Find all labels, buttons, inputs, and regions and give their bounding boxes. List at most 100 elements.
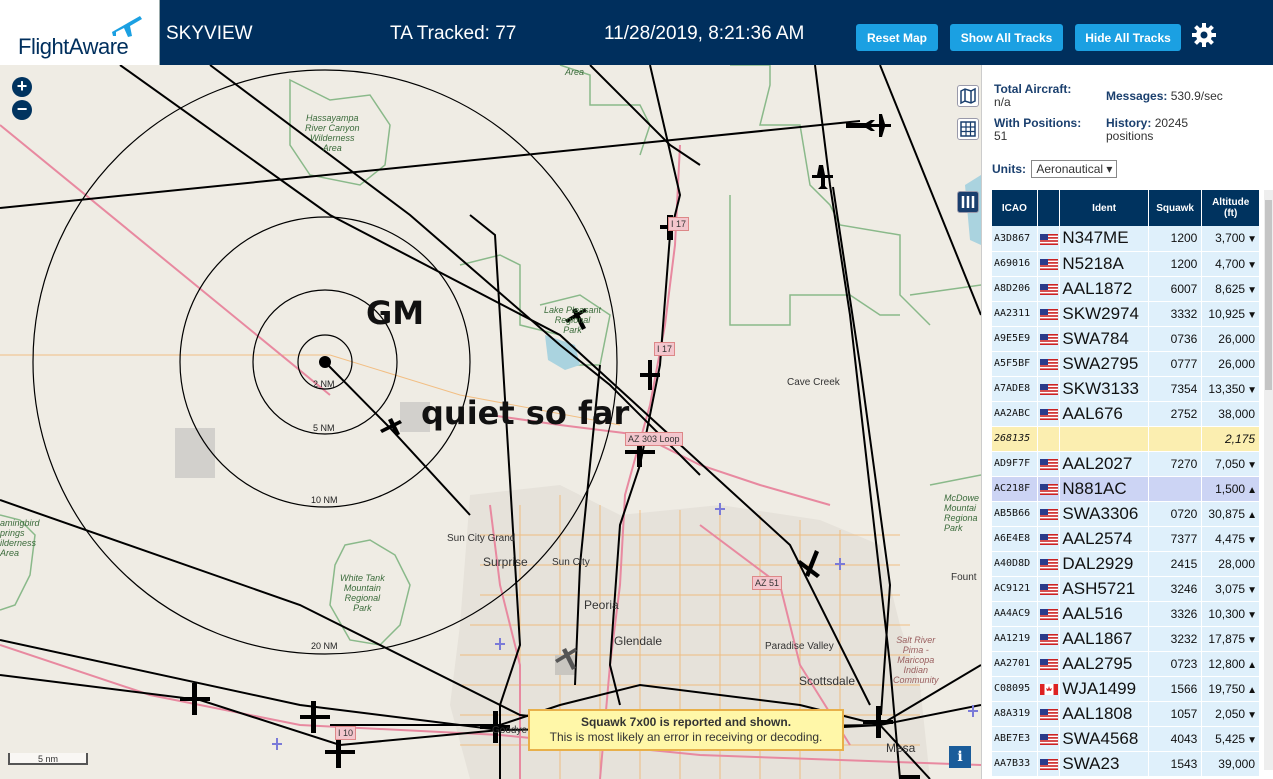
messages-stat: Messages: 530.9/sec [1106,90,1223,103]
units-select[interactable]: Aeronautical ▾ [1031,160,1118,178]
table-row[interactable]: AD9F7F AAL2027 7270 7,050 ▼ [992,451,1260,477]
cell-ident: SWA2795 [1059,351,1149,377]
cell-icao: A40D8D [992,551,1038,577]
map-view[interactable]: + − Area Hassayampa River Canyon Wildern… [0,65,981,779]
cell-altitude: 10,925 ▼ [1201,301,1260,327]
cell-ident: AAL516 [1059,601,1149,627]
altitude-value: 28,000 [1218,556,1255,571]
table-row[interactable]: A9E5E9 SWA784 0736 26,000 [992,326,1260,352]
canada-flag-icon [1039,683,1058,695]
units-label: Units: [992,162,1026,176]
table-scrollbar[interactable] [1264,190,1273,770]
city-glendale: Glendale [614,634,663,648]
show-all-tracks-button[interactable]: Show All Tracks [950,24,1063,51]
table-row[interactable]: AA1219 AAL1867 3232 17,875 ▼ [992,626,1260,652]
highway-loop-303: AZ 303 Loop [625,432,683,446]
table-header-row: ICAO Ident Squawk Altitude (ft) [992,190,1260,226]
table-row[interactable]: ABE7E3 SWA4568 4043 5,425 ▼ [992,726,1260,752]
zoom-out-button[interactable]: − [12,100,32,120]
grid-icon[interactable] [957,118,979,140]
us-flag-icon [1039,758,1058,770]
altitude-value: 38,000 [1218,406,1255,421]
altitude-value: 12,800 [1208,656,1246,671]
table-row[interactable]: AA4AC9 AAL516 3326 10,300 ▼ [992,601,1260,627]
total-aircraft-label: Total Aircraft: [994,82,1072,96]
cell-altitude: 4,700 ▼ [1201,251,1260,277]
scroll-thumb[interactable] [1265,200,1272,390]
reset-map-button[interactable]: Reset Map [856,24,938,51]
table-row[interactable]: A69016 N5218A 1200 4,700 ▼ [992,251,1260,277]
table-row[interactable]: 268135 2,175 [992,426,1260,452]
history-value: 20245 [1154,116,1189,130]
cell-squawk: 2752 [1148,401,1203,427]
cell-ident: SWA23 [1059,751,1149,777]
city-cave-creek: Cave Creek [787,377,840,388]
cell-squawk: 7354 [1148,376,1203,402]
table-row[interactable]: A5F5BF SWA2795 0777 26,000 [992,351,1260,377]
cell-squawk [1148,426,1203,452]
col-icao[interactable]: ICAO [992,190,1038,226]
cell-flag [1037,276,1061,302]
city-scottsdale: Scottsdale [799,674,856,688]
total-aircraft-value: n/a [994,95,1011,109]
us-flag-icon [1039,533,1058,545]
skyview-app: FlightAware SKYVIEW TA Tracked: 77 11/28… [0,0,1273,779]
cell-flag [1037,651,1061,677]
map-layers-icon[interactable] [957,85,979,107]
altitude-value: 1,500 [1215,481,1246,496]
table-row[interactable]: A40D8D DAL2929 2415 28,000 [992,551,1260,577]
cell-squawk: 0736 [1148,326,1203,352]
table-row[interactable]: AA2311 SKW2974 3332 10,925 ▼ [992,301,1260,327]
cell-flag [1037,676,1061,702]
zoom-in-button[interactable]: + [12,77,32,97]
cell-ident: AAL2574 [1059,526,1149,552]
table-row[interactable]: A8D206 AAL1872 6007 8,625 ▼ [992,276,1260,302]
table-row[interactable]: AC218F N881AC 1,500 ▲ [992,476,1260,502]
gear-icon[interactable] [1191,22,1217,48]
us-flag-icon [1039,708,1058,720]
table-row[interactable]: A3D867 N347ME 1200 3,700 ▼ [992,226,1260,252]
table-row[interactable]: A7ADE8 SKW3133 7354 13,350 ▼ [992,376,1260,402]
table-row[interactable]: AB5B66 SWA3306 0720 30,875 ▲ [992,501,1260,527]
hide-all-tracks-button[interactable]: Hide All Tracks [1075,24,1181,51]
table-row[interactable]: AA7B33 SWA23 1543 39,000 [992,751,1260,777]
altitude-trend-icon: ▼ [1247,284,1257,296]
cell-altitude: 39,000 [1201,751,1260,777]
cell-altitude: 8,625 ▼ [1201,276,1260,302]
us-flag-icon [1039,483,1058,495]
cell-icao: AA4AC9 [992,601,1038,627]
info-icon[interactable]: i [949,746,971,768]
cell-altitude: 10,300 ▼ [1201,601,1260,627]
table-row[interactable]: C08095 WJA1499 1566 19,750 ▲ [992,676,1260,702]
cell-altitude: 2,050 ▼ [1201,701,1260,727]
cell-icao: C08095 [992,676,1038,702]
cell-altitude: 30,875 ▲ [1201,501,1260,527]
cell-flag [1037,476,1061,502]
col-flag[interactable] [1037,190,1061,226]
table-row[interactable]: AA2ABC AAL676 2752 38,000 [992,401,1260,427]
highway-i17-north: I 17 [668,217,690,231]
table-row[interactable]: AC9121 ASH5721 3246 3,075 ▼ [992,576,1260,602]
cell-ident: AAL2795 [1059,651,1149,677]
cell-icao: A8A319 [992,701,1038,727]
squawk-alert-title: Squawk 7x00 is reported and shown. [580,715,792,729]
cell-squawk: 1200 [1148,251,1203,277]
col-ident[interactable]: Ident [1059,190,1149,226]
cell-icao: AA2701 [992,651,1038,677]
columns-toggle-icon[interactable] [957,191,979,213]
col-squawk[interactable]: Squawk [1148,190,1203,226]
altitude-trend-icon: ▼ [1247,709,1257,721]
table-row[interactable]: AA2701 AAL2795 0723 12,800 ▲ [992,651,1260,677]
cell-ident: SWA4568 [1059,726,1149,752]
cell-altitude: 19,750 ▲ [1201,676,1260,702]
cell-flag [1037,751,1061,777]
altitude-trend-icon: ▲ [1247,509,1257,521]
flightaware-logo[interactable]: FlightAware [0,0,160,65]
col-altitude[interactable]: Altitude (ft) [1201,190,1260,226]
table-row[interactable]: A6E4E8 AAL2574 7377 4,475 ▼ [992,526,1260,552]
us-flag-icon [1039,558,1058,570]
us-flag-icon [1039,258,1058,270]
us-flag-icon [1039,658,1058,670]
cell-ident: N881AC [1059,476,1149,502]
table-row[interactable]: A8A319 AAL1808 1057 2,050 ▼ [992,701,1260,727]
